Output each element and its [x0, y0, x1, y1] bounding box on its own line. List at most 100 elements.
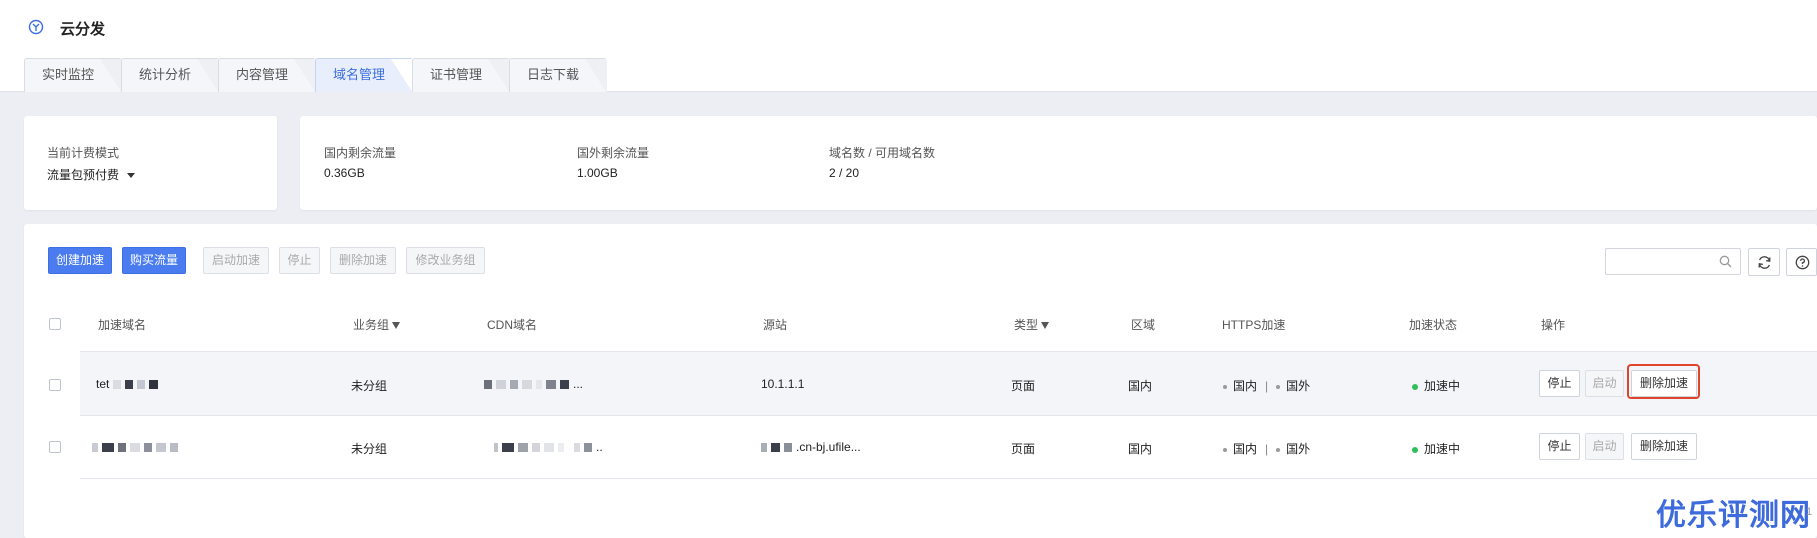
masked-text	[761, 443, 767, 453]
row-start-button[interactable]: 启动	[1585, 370, 1624, 397]
overseas-traffic-value: 1.00GB	[577, 166, 618, 180]
type-cell: 页面	[1011, 379, 1036, 393]
masked-text	[532, 443, 540, 453]
billing-mode-value: 流量包预付费	[47, 168, 120, 182]
domestic-traffic-label: 国内剩余流量	[324, 146, 397, 160]
masked-text	[496, 380, 506, 390]
billing-card: 当前计费模式 流量包预付费	[24, 116, 277, 210]
region-cell: 国内	[1128, 379, 1153, 393]
status-cell: 加速中	[1412, 377, 1460, 394]
masked-text	[92, 443, 98, 453]
https-overseas: 国外	[1286, 379, 1311, 393]
masked-text	[771, 443, 780, 453]
row-stop-button[interactable]: 停止	[1539, 370, 1580, 397]
help-button[interactable]	[1786, 248, 1817, 276]
col-header-origin: 源站	[763, 318, 788, 332]
masked-text	[102, 443, 114, 453]
refresh-icon	[1758, 256, 1771, 269]
https-cell: 国内 | 国外	[1223, 377, 1310, 394]
masked-text	[544, 443, 554, 453]
start-acceleration-button[interactable]: 启动加速	[203, 247, 269, 274]
masked-text	[502, 443, 514, 453]
type-cell: 页面	[1011, 442, 1036, 456]
masked-text	[494, 443, 498, 453]
status-text: 加速中	[1424, 379, 1461, 393]
edit-business-group-button[interactable]: 修改业务组	[406, 247, 485, 274]
refresh-button[interactable]	[1748, 248, 1780, 276]
masked-text	[125, 380, 134, 390]
tab-statistics[interactable]: 统计分析	[121, 58, 219, 93]
origin-text: .cn-bj.ufile...	[796, 440, 861, 454]
dot-icon	[1276, 447, 1281, 452]
top-bar: 云分发 实时监控 统计分析 内容管理 域名管理 证书管理 日志下载	[0, 0, 1817, 93]
select-all-checkbox[interactable]	[49, 318, 61, 330]
row-checkbox[interactable]	[49, 379, 61, 391]
caret-down-icon	[127, 173, 136, 179]
watermark-logo: 优乐评测网	[1656, 499, 1811, 532]
domain-text: tet	[96, 377, 110, 391]
filter-icon[interactable]	[1041, 322, 1050, 330]
billing-mode-label: 当前计费模式	[47, 146, 120, 160]
https-overseas: 国外	[1286, 442, 1311, 456]
col-header-region: 区域	[1131, 318, 1156, 332]
row-start-button[interactable]: 启动	[1585, 433, 1624, 460]
masked-text	[584, 443, 592, 453]
buy-traffic-button[interactable]: 购买流量	[122, 247, 186, 274]
masked-text	[518, 443, 528, 453]
tab-domain-management[interactable]: 域名管理	[315, 58, 413, 93]
col-header-domain: 加速域名	[98, 318, 147, 332]
col-header-actions: 操作	[1541, 318, 1566, 332]
tab-log-download[interactable]: 日志下载	[509, 58, 607, 93]
traffic-stats-card: 国内剩余流量 0.36GB 国外剩余流量 1.00GB 域名数 / 可用域名数 …	[300, 116, 1817, 210]
https-domestic: 国内	[1233, 379, 1258, 393]
tab-content-management[interactable]: 内容管理	[218, 58, 316, 93]
origin-cell: 10.1.1.1	[761, 377, 805, 391]
masked-text	[137, 380, 146, 390]
row-delete-acceleration-button[interactable]: 删除加速	[1631, 433, 1697, 460]
filter-icon[interactable]	[392, 322, 401, 330]
row-divider	[80, 415, 1817, 416]
row-stop-button[interactable]: 停止	[1539, 433, 1580, 460]
masked-text	[149, 380, 159, 390]
origin-cell: .cn-bj.ufile...	[761, 440, 861, 454]
masked-text	[522, 380, 532, 390]
masked-text	[536, 380, 542, 390]
status-text: 加速中	[1424, 442, 1461, 456]
dot-icon	[1223, 447, 1227, 452]
col-header-type-label: 类型	[1014, 318, 1039, 332]
cdn-cell: ..	[494, 440, 603, 454]
https-domestic: 国内	[1233, 442, 1258, 456]
col-header-group[interactable]: 业务组	[353, 316, 401, 333]
row-checkbox[interactable]	[49, 441, 61, 453]
col-header-cdn: CDN域名	[487, 318, 537, 332]
group-cell: 未分组	[351, 379, 388, 393]
masked-text	[574, 443, 580, 453]
masked-text	[156, 443, 166, 453]
create-acceleration-button[interactable]: 创建加速	[48, 247, 112, 274]
masked-text	[560, 380, 569, 390]
status-dot-icon	[1412, 446, 1418, 453]
search-icon	[1719, 255, 1732, 268]
dot-icon	[1223, 384, 1227, 389]
masked-text	[784, 443, 792, 453]
https-cell: 国内 | 国外	[1223, 440, 1310, 457]
billing-mode-select[interactable]: 流量包预付费	[47, 166, 136, 183]
col-header-group-label: 业务组	[353, 318, 390, 332]
search-input[interactable]	[1605, 248, 1741, 275]
domain-cell	[92, 440, 182, 454]
masked-text	[144, 443, 152, 453]
status-cell: 加速中	[1412, 440, 1460, 457]
col-header-status: 加速状态	[1409, 318, 1458, 332]
masked-text	[484, 380, 492, 390]
cloud-distribution-icon	[28, 19, 44, 35]
https-separator: |	[1265, 442, 1269, 456]
tab-realtime-monitor[interactable]: 实时监控	[24, 58, 122, 93]
region-cell: 国内	[1128, 442, 1153, 456]
delete-acceleration-button[interactable]: 删除加速	[330, 247, 396, 274]
domain-count-label: 域名数 / 可用域名数	[829, 146, 936, 160]
overseas-traffic-label: 国外剩余流量	[577, 146, 650, 160]
stop-button[interactable]: 停止	[279, 247, 320, 274]
row-divider	[80, 478, 1817, 479]
col-header-type[interactable]: 类型	[1014, 316, 1050, 333]
tab-certificate-management[interactable]: 证书管理	[412, 58, 510, 93]
